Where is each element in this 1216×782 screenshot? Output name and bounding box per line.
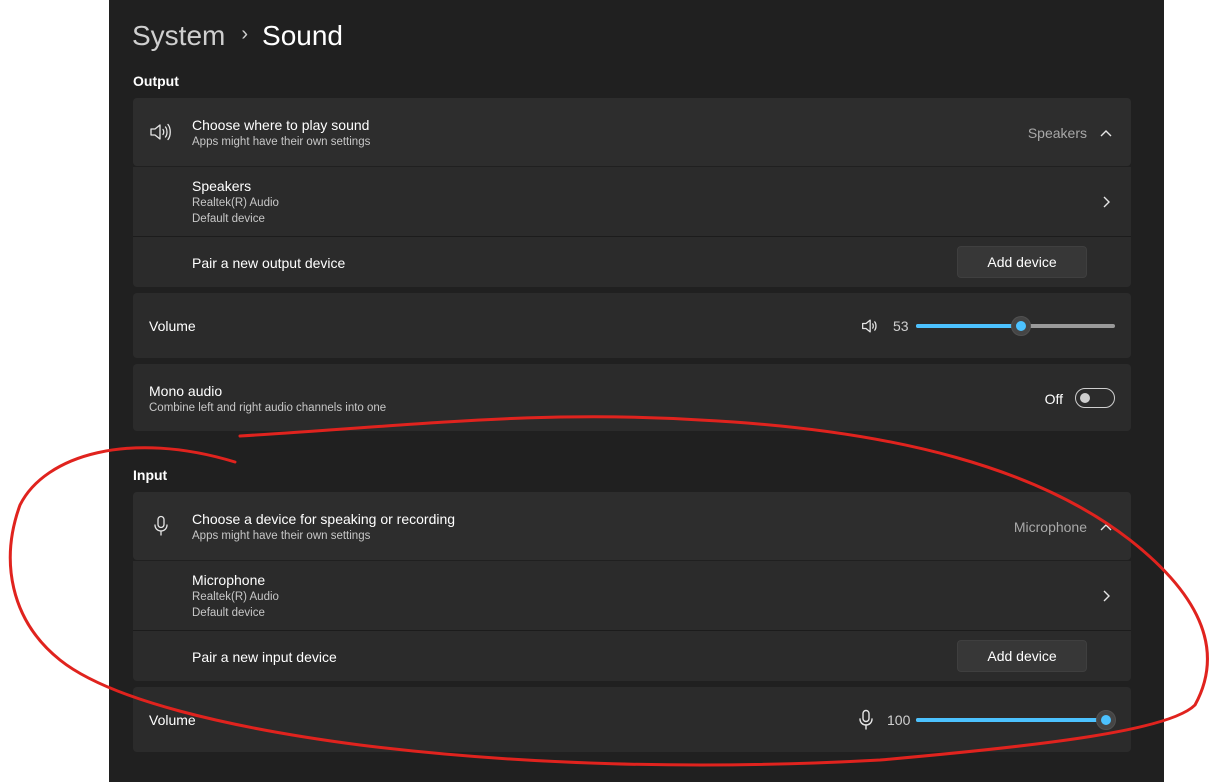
output-device-name: Speakers — [192, 178, 252, 194]
output-device-driver: Realtek(R) Audio — [192, 197, 279, 209]
output-volume-value: 53 — [893, 318, 909, 334]
input-device-status: Default device — [192, 607, 265, 619]
mono-audio-row: Mono audio Combine left and right audio … — [133, 364, 1131, 431]
input-device-row-microphone[interactable]: Microphone Realtek(R) Audio Default devi… — [133, 561, 1131, 630]
output-device-row-speakers[interactable]: Speakers Realtek(R) Audio Default device — [133, 167, 1131, 236]
add-output-device-button[interactable]: Add device — [957, 246, 1087, 278]
pair-output-label: Pair a new output device — [192, 255, 346, 271]
chevron-right-icon[interactable] — [1098, 194, 1114, 210]
input-chooser-title: Choose a device for speaking or recordin… — [192, 511, 456, 527]
mono-audio-toggle[interactable] — [1075, 388, 1115, 408]
speaker-icon — [149, 120, 173, 144]
output-volume-slider[interactable] — [916, 316, 1115, 336]
output-device-chooser[interactable]: Choose where to play sound Apps might ha… — [133, 98, 1131, 166]
chevron-right-icon[interactable] — [1098, 588, 1114, 604]
input-volume-thumb[interactable] — [1096, 710, 1116, 730]
add-input-device-button[interactable]: Add device — [957, 640, 1087, 672]
output-chooser-title: Choose where to play sound — [192, 117, 370, 133]
mono-audio-subtitle: Combine left and right audio channels in… — [149, 402, 387, 414]
input-chooser-subtitle: Apps might have their own settings — [192, 530, 371, 542]
speaker-icon[interactable] — [859, 314, 883, 338]
mono-audio-state: Off — [1044, 391, 1063, 407]
microphone-icon — [149, 514, 173, 538]
output-chooser-subtitle: Apps might have their own settings — [192, 136, 371, 148]
input-volume-value: 100 — [887, 712, 911, 728]
input-section-title: Input — [133, 467, 168, 483]
input-device-driver: Realtek(R) Audio — [192, 591, 279, 603]
breadcrumb-parent[interactable]: System — [132, 20, 225, 52]
breadcrumb: System › Sound — [132, 16, 343, 56]
mono-audio-title: Mono audio — [149, 383, 223, 399]
input-volume-fill — [916, 718, 1106, 722]
output-volume-row: Volume 53 — [133, 293, 1131, 358]
output-volume-thumb[interactable] — [1011, 316, 1032, 336]
output-device-status: Default device — [192, 213, 265, 225]
output-selected-device: Speakers — [1027, 125, 1087, 141]
output-section-title: Output — [133, 73, 179, 89]
input-volume-slider[interactable] — [916, 710, 1116, 730]
output-volume-label: Volume — [149, 318, 196, 334]
input-device-chooser[interactable]: Choose a device for speaking or recordin… — [133, 492, 1131, 560]
pair-output-row: Pair a new output device Add device — [133, 237, 1131, 287]
toggle-knob — [1080, 393, 1090, 403]
input-device-name: Microphone — [192, 572, 266, 588]
input-selected-device: Microphone — [1013, 519, 1087, 535]
pair-input-row: Pair a new input device Add device — [133, 631, 1131, 681]
pair-input-label: Pair a new input device — [192, 649, 337, 665]
chevron-up-icon[interactable] — [1098, 519, 1114, 535]
input-volume-label: Volume — [149, 712, 196, 728]
breadcrumb-separator-icon: › — [241, 22, 249, 45]
page-title: Sound — [262, 20, 343, 51]
microphone-icon[interactable] — [854, 708, 878, 732]
input-volume-row: Volume 100 — [133, 687, 1131, 752]
output-volume-fill — [916, 324, 1022, 328]
chevron-up-icon[interactable] — [1098, 125, 1114, 141]
settings-window: System › Sound Output Choose where to pl… — [109, 0, 1164, 782]
